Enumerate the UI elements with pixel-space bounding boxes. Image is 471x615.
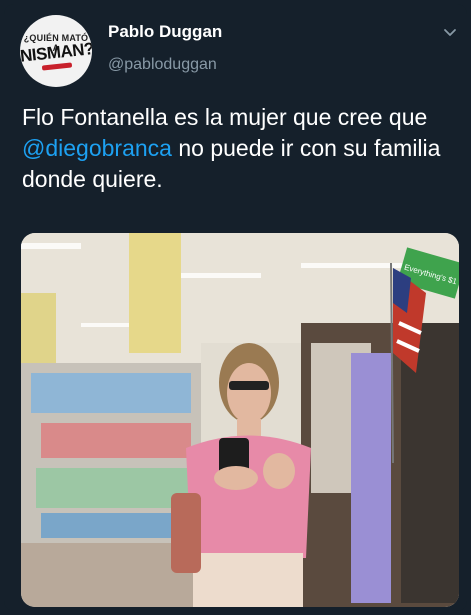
avatar[interactable]: ¿QUIÉN MATÓ A NISMAN? <box>20 15 92 87</box>
photo-ceiling-light <box>181 273 261 278</box>
photo-scene: Everything's $1 <box>21 233 459 607</box>
photo-column <box>21 293 56 373</box>
author-handle[interactable]: @pabloduggan <box>108 56 217 74</box>
tweet-text: Flo Fontanella es la mujer que cree que … <box>22 102 454 195</box>
photo-products <box>351 353 391 603</box>
photo-column <box>129 233 181 353</box>
photo-products <box>41 423 191 458</box>
photo-products <box>41 513 191 538</box>
photo-ceiling-light <box>21 243 81 249</box>
photo-products <box>36 468 191 508</box>
author-name[interactable]: Pablo Duggan <box>108 22 222 42</box>
mention-link[interactable]: @diegobranca <box>22 135 172 161</box>
tweet-photo[interactable]: Everything's $1 <box>21 233 459 607</box>
tweet-text-part1: Flo Fontanella es la mujer que cree que <box>22 104 428 130</box>
tweet-card[interactable]: ¿QUIÉN MATÓ A NISMAN? Pablo Duggan @pabl… <box>4 4 467 611</box>
chevron-down-icon[interactable] <box>442 24 458 40</box>
photo-products <box>31 373 191 413</box>
